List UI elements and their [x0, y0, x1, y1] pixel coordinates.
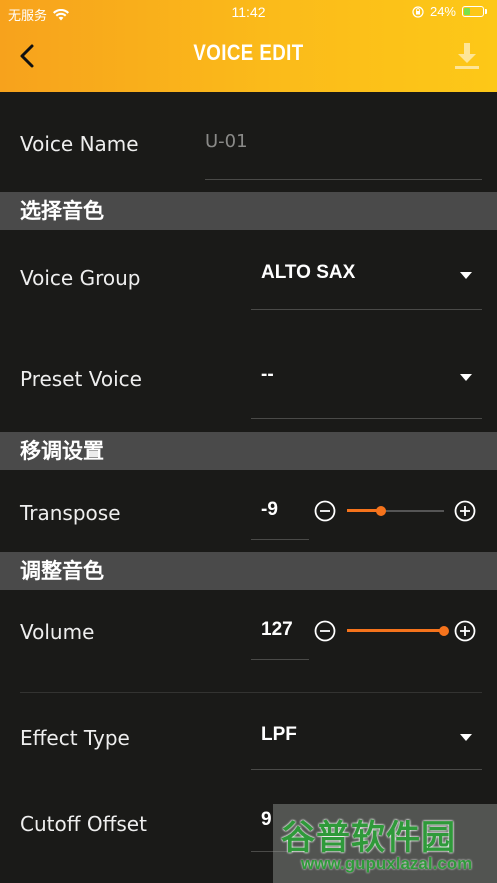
slider-thumb[interactable] — [439, 626, 449, 636]
transpose-value: -9 — [261, 499, 278, 520]
section-select-voice: 选择音色 — [0, 192, 497, 230]
effect-type-value: LPF — [261, 724, 297, 745]
watermark: 谷普软件园 www.gupuxlazal.com — [273, 804, 497, 883]
watermark-url: www.gupuxlazal.com — [301, 854, 473, 873]
transpose-label: Transpose — [20, 501, 121, 525]
section-transpose-settings: 移调设置 — [0, 432, 497, 470]
transpose-value-field[interactable]: -9 — [251, 496, 309, 540]
voice-group-label: Voice Group — [20, 266, 141, 290]
plus-circle-icon[interactable] — [454, 620, 476, 642]
page-title: VOICE EDIT — [193, 40, 304, 65]
voice-edit-form: Voice Name U-01 选择音色 Voice Group ALTO SA… — [0, 92, 497, 883]
effect-type-dropdown[interactable]: LPF — [251, 720, 482, 770]
caret-down-icon — [460, 734, 472, 741]
battery-icon — [462, 6, 484, 17]
status-bar: 无服务 11:42 24% — [0, 0, 497, 26]
transpose-slider[interactable] — [347, 499, 444, 523]
plus-circle-icon[interactable] — [454, 500, 476, 522]
slider-fill — [347, 629, 444, 632]
caret-down-icon — [460, 272, 472, 279]
preset-voice-label: Preset Voice — [20, 367, 142, 391]
watermark-text: 谷普软件园 — [281, 818, 456, 858]
preset-voice-value: -- — [261, 364, 274, 385]
volume-value-field[interactable]: 127 — [251, 616, 309, 660]
section-adjust-voice: 调整音色 — [0, 552, 497, 590]
preset-voice-dropdown[interactable]: -- — [251, 360, 482, 419]
cutoff-offset-label: Cutoff Offset — [20, 812, 147, 836]
status-right: 24% — [412, 4, 487, 19]
download-icon[interactable] — [451, 40, 483, 72]
volume-slider[interactable] — [347, 619, 449, 643]
minus-circle-icon[interactable] — [314, 500, 336, 522]
minus-circle-icon[interactable] — [314, 620, 336, 642]
battery-percent: 24% — [429, 4, 456, 19]
app-header: 无服务 11:42 24% VOICE EDIT — [0, 0, 497, 92]
effect-type-label: Effect Type — [20, 726, 130, 750]
row-divider — [20, 692, 482, 693]
cutoff-offset-value: 9 — [261, 809, 272, 830]
volume-label: Volume — [20, 620, 95, 644]
slider-thumb[interactable] — [375, 506, 386, 516]
volume-value: 127 — [261, 619, 293, 640]
voice-group-dropdown[interactable]: ALTO SAX — [251, 258, 482, 310]
orientation-lock-icon — [412, 5, 424, 18]
voice-name-label: Voice Name — [20, 132, 139, 156]
voice-name-value: U-01 — [205, 131, 248, 152]
voice-name-input[interactable]: U-01 — [205, 128, 482, 180]
voice-group-value: ALTO SAX — [261, 262, 356, 283]
caret-down-icon — [460, 374, 472, 381]
battery-tip — [485, 9, 487, 14]
